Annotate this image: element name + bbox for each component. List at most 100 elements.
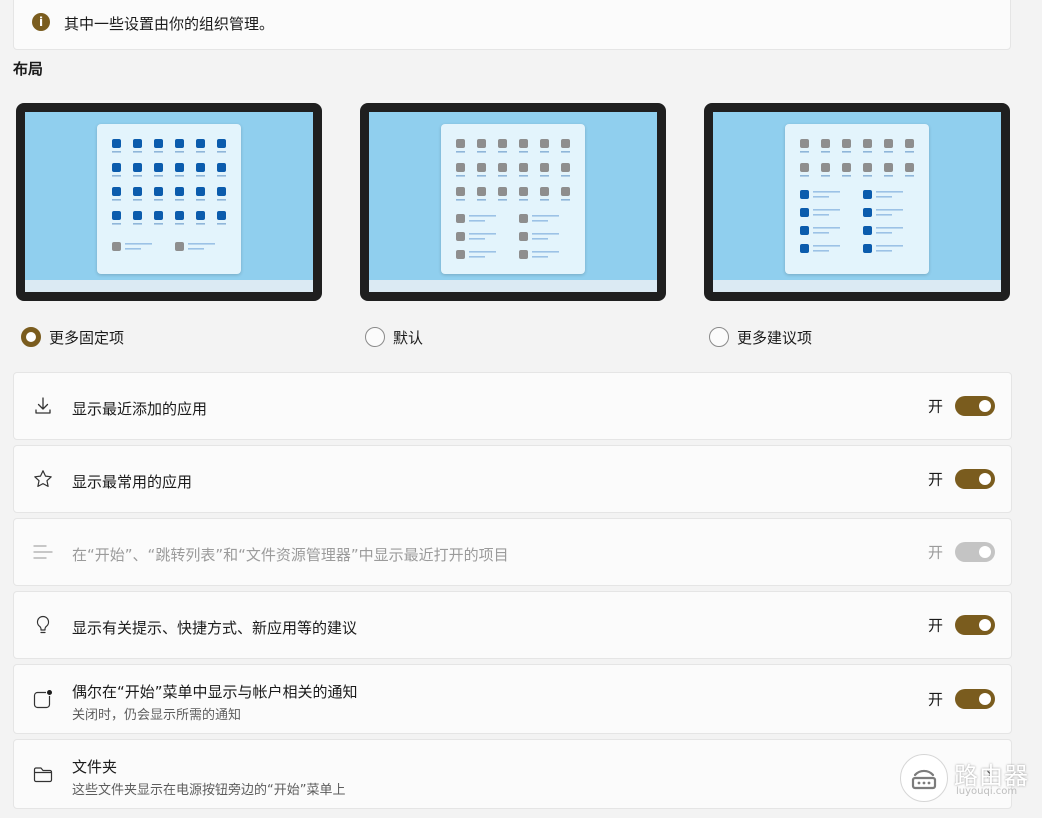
info-icon: i bbox=[32, 13, 50, 31]
radio-default[interactable]: 默认 bbox=[365, 326, 423, 348]
recommended-item-icon bbox=[519, 250, 528, 259]
pinned-app-tile bbox=[196, 163, 205, 172]
pinned-app-label bbox=[498, 175, 507, 177]
pinned-app-tile bbox=[800, 163, 809, 172]
setting-most-used-apps: 显示最常用的应用 开 bbox=[13, 445, 1012, 513]
recommended-item-title-line bbox=[125, 243, 152, 245]
pinned-app-label bbox=[540, 175, 549, 177]
pinned-app-label bbox=[498, 199, 507, 201]
pinned-app-label bbox=[196, 151, 205, 153]
recommended-item-sub-line bbox=[532, 220, 548, 222]
recommended-item-title-line bbox=[532, 233, 559, 235]
toggle-state-label: 开 bbox=[927, 543, 943, 562]
layout-preview-more-pins[interactable] bbox=[16, 103, 322, 301]
toggle-state-label: 开 bbox=[927, 470, 943, 489]
notification-icon bbox=[33, 689, 53, 709]
monitor-frame bbox=[16, 103, 322, 301]
pinned-app-tile bbox=[477, 163, 486, 172]
pinned-app-label bbox=[821, 151, 830, 153]
pinned-app-tile bbox=[217, 163, 226, 172]
recommended-item-sub-line bbox=[532, 256, 548, 258]
pinned-app-label bbox=[842, 175, 851, 177]
setting-recently-added-apps: 显示最近添加的应用 开 bbox=[13, 372, 1012, 440]
pinned-app-tile bbox=[175, 211, 184, 220]
folder-icon bbox=[33, 767, 53, 783]
desktop-screen bbox=[369, 112, 657, 292]
pinned-app-tile bbox=[196, 187, 205, 196]
taskbar bbox=[369, 280, 657, 292]
setting-title: 偶尔在“开始”菜单中显示与帐户相关的通知 bbox=[72, 683, 358, 701]
pinned-app-label bbox=[112, 151, 121, 153]
star-icon bbox=[34, 470, 52, 487]
layout-preview-default[interactable] bbox=[360, 103, 666, 301]
pinned-app-label bbox=[821, 175, 830, 177]
pinned-app-tile bbox=[112, 187, 121, 196]
pinned-app-tile bbox=[133, 211, 142, 220]
pinned-app-label bbox=[112, 199, 121, 201]
setting-title: 显示最近添加的应用 bbox=[72, 400, 208, 418]
pinned-app-tile bbox=[456, 163, 465, 172]
pinned-app-label bbox=[133, 199, 142, 201]
radio-button[interactable] bbox=[365, 327, 385, 347]
recommended-item-icon bbox=[519, 232, 528, 241]
pinned-app-label bbox=[112, 175, 121, 177]
setting-title: 文件夹 bbox=[72, 758, 118, 776]
recommended-item-sub-line bbox=[469, 256, 485, 258]
setting-title: 显示有关提示、快捷方式、新应用等的建议 bbox=[72, 619, 358, 637]
recently-added-toggle[interactable] bbox=[955, 396, 995, 416]
recommended-item-sub-line bbox=[125, 248, 141, 250]
radio-button-selected[interactable] bbox=[21, 327, 41, 347]
recommended-item-title-line bbox=[813, 227, 840, 229]
managed-by-org-banner: i 其中一些设置由你的组织管理。 bbox=[13, 0, 1011, 50]
pinned-app-label bbox=[196, 223, 205, 225]
recommended-item-sub-line bbox=[813, 232, 829, 234]
pinned-app-tile bbox=[154, 187, 163, 196]
setting-recent-items: 在“开始”、“跳转列表”和“文件资源管理器”中显示最近打开的项目 开 bbox=[13, 518, 1012, 586]
setting-subtitle: 关闭时，仍会显示所需的通知 bbox=[72, 708, 242, 723]
recommended-item-title-line bbox=[876, 209, 903, 211]
tips-toggle[interactable] bbox=[955, 615, 995, 635]
recommended-item-icon bbox=[800, 226, 809, 235]
setting-title: 显示最常用的应用 bbox=[72, 473, 193, 491]
start-menu-illustration-pins bbox=[112, 139, 226, 251]
radio-more-pins[interactable]: 更多固定项 bbox=[21, 326, 124, 348]
pinned-app-label bbox=[217, 151, 226, 153]
pinned-app-tile bbox=[561, 163, 570, 172]
account-notifications-toggle[interactable] bbox=[955, 689, 995, 709]
taskbar bbox=[713, 280, 1001, 292]
pinned-app-tile bbox=[456, 139, 465, 148]
recommended-item-icon bbox=[800, 190, 809, 199]
pinned-app-label bbox=[884, 175, 893, 177]
recommended-item-icon bbox=[863, 190, 872, 199]
pinned-app-label bbox=[863, 151, 872, 153]
list-icon bbox=[33, 545, 53, 559]
pinned-app-label bbox=[905, 175, 914, 177]
recommended-item-title-line bbox=[876, 227, 903, 229]
recommended-item-sub-line bbox=[876, 196, 892, 198]
pinned-app-tile bbox=[905, 163, 914, 172]
pinned-app-tile bbox=[884, 163, 893, 172]
pinned-app-tile bbox=[196, 139, 205, 148]
pinned-app-tile bbox=[519, 187, 528, 196]
pinned-app-tile bbox=[154, 139, 163, 148]
most-used-toggle[interactable] bbox=[955, 469, 995, 489]
setting-folders[interactable]: 文件夹 这些文件夹显示在电源按钮旁边的“开始”菜单上 › bbox=[13, 739, 1012, 809]
radio-more-recommendations[interactable]: 更多建议项 bbox=[709, 326, 812, 348]
pinned-app-label bbox=[154, 151, 163, 153]
recommended-item-sub-line bbox=[876, 250, 892, 252]
recommended-item-icon bbox=[863, 244, 872, 253]
pinned-app-label bbox=[863, 175, 872, 177]
pinned-app-label bbox=[800, 175, 809, 177]
pinned-app-tile bbox=[540, 187, 549, 196]
recommended-item-sub-line bbox=[813, 214, 829, 216]
layout-preview-more-recommendations[interactable] bbox=[704, 103, 1010, 301]
pinned-app-tile bbox=[477, 187, 486, 196]
pinned-app-tile bbox=[863, 163, 872, 172]
toggle-knob bbox=[979, 473, 991, 485]
radio-button[interactable] bbox=[709, 327, 729, 347]
pinned-app-tile bbox=[175, 139, 184, 148]
pinned-app-tile bbox=[519, 163, 528, 172]
recommended-item-icon bbox=[863, 208, 872, 217]
recommended-item-title-line bbox=[469, 233, 496, 235]
monitor-frame bbox=[704, 103, 1010, 301]
